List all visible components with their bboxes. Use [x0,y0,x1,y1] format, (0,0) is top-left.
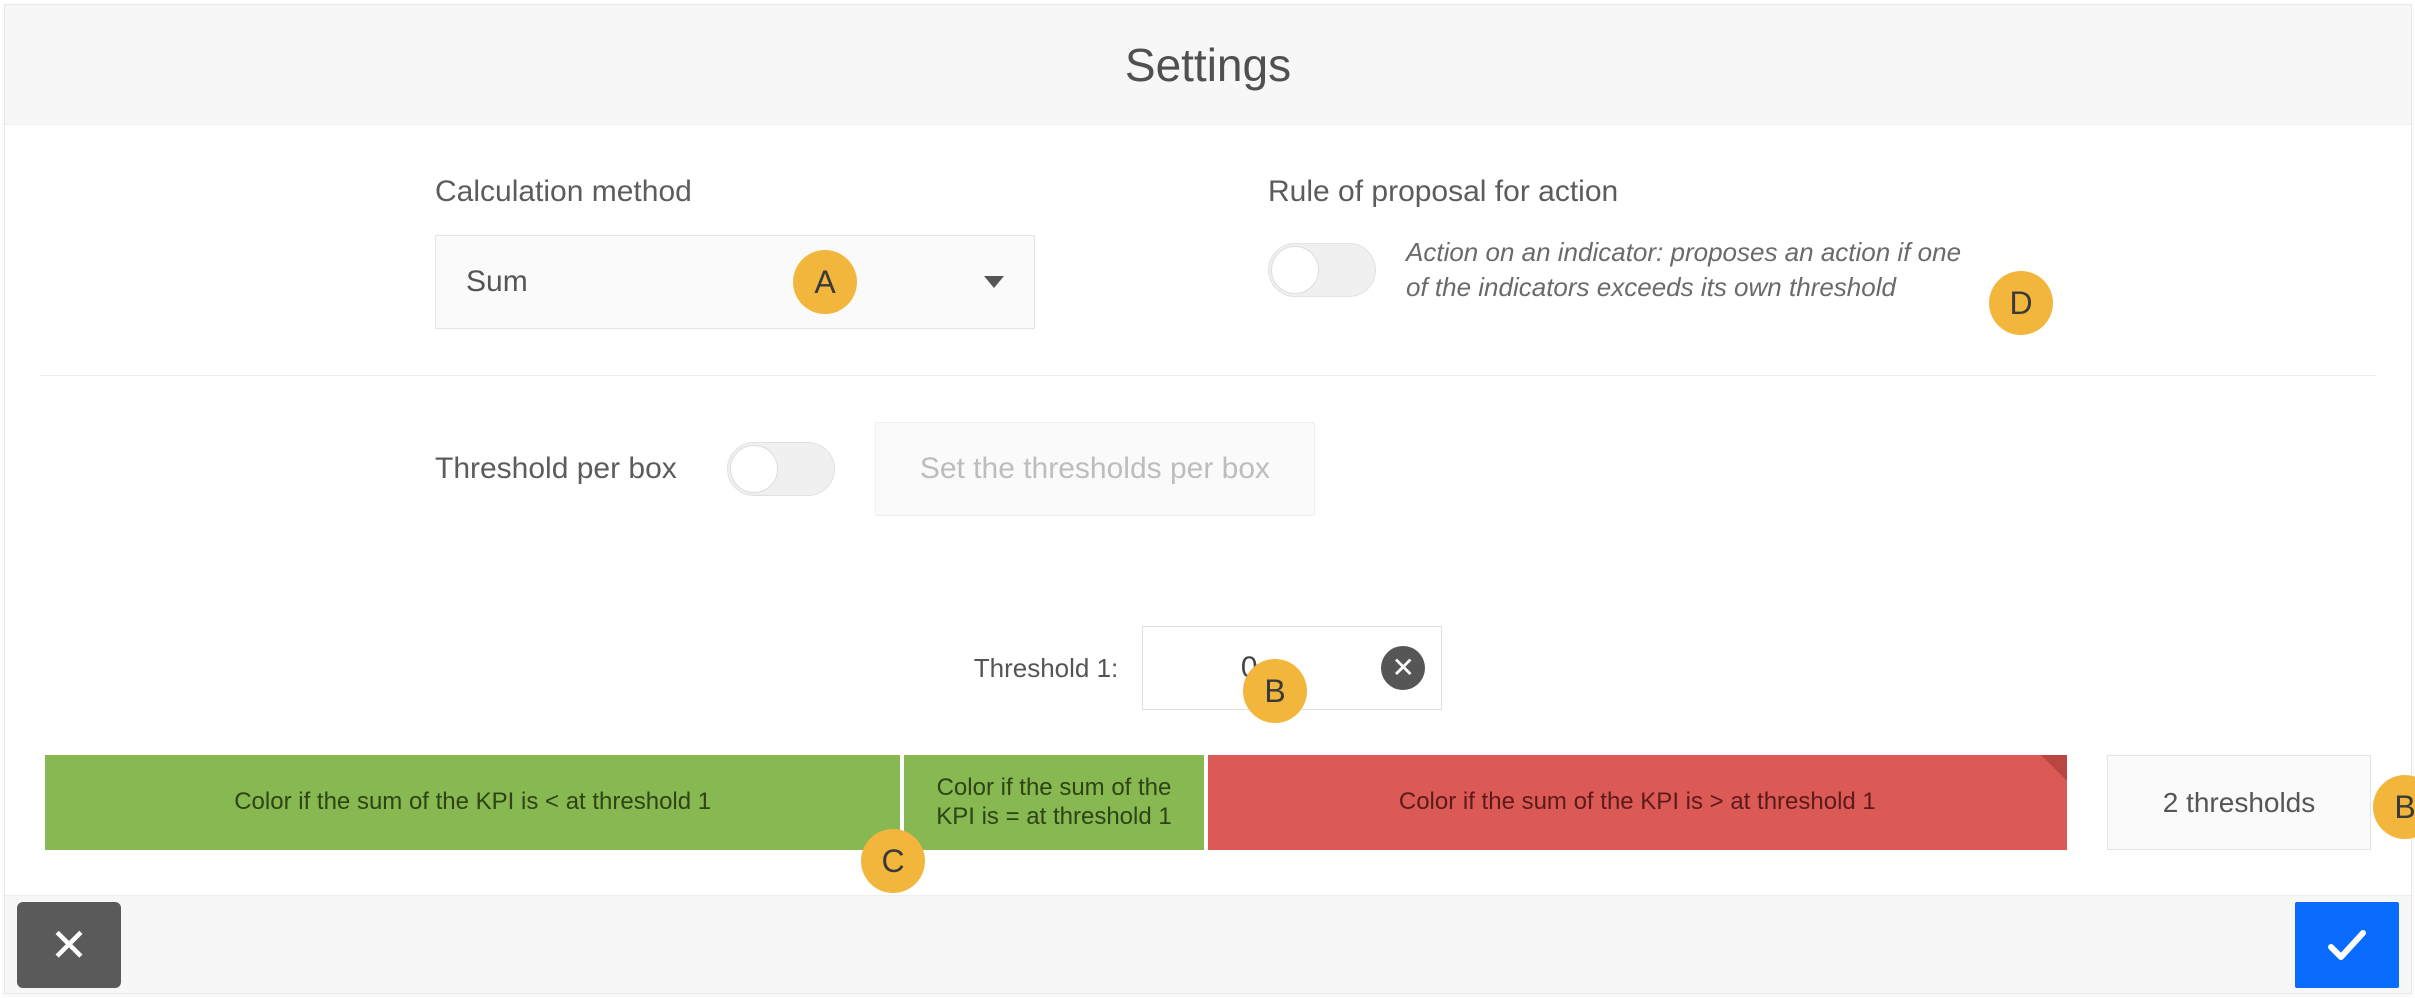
calc-method-value: Sum [466,265,528,299]
band-equal[interactable]: Color if the sum of the KPI is = at thre… [904,755,1207,850]
threshold-1-row: Threshold 1: ✕ [435,626,1981,710]
calc-method-select[interactable]: Sum [435,235,1035,329]
set-thresholds-per-box-button: Set the thresholds per box [875,422,1315,516]
threshold-per-box-row: Threshold per box Set the thresholds per… [435,422,1981,516]
clear-threshold-icon[interactable]: ✕ [1381,646,1425,690]
settings-dialog: Settings Calculation method Sum Rule of … [4,4,2412,994]
toggle-knob [1271,246,1319,294]
threshold-per-box-label: Threshold per box [435,452,677,486]
thresholds-count-button[interactable]: 2 thresholds [2107,755,2371,850]
color-bands: Color if the sum of the KPI is < at thre… [45,755,2067,850]
top-row: Calculation method Sum Rule of proposal … [435,175,1981,329]
dialog-header: Settings [5,5,2411,125]
confirm-button[interactable] [2295,902,2399,988]
section-divider [40,375,2376,376]
rule-label: Rule of proposal for action [1268,175,1981,209]
toggle-knob [730,445,778,493]
dialog-footer: ✕ [5,895,2411,993]
threshold-per-box-toggle[interactable] [727,442,835,496]
threshold-1-label: Threshold 1: [974,653,1119,684]
dialog-title: Settings [1125,38,1291,92]
close-icon: ✕ [50,918,89,972]
rule-toggle-row: Action on an indicator: proposes an acti… [1268,235,1981,305]
rule-description: Action on an indicator: proposes an acti… [1406,235,1981,305]
rule-toggle[interactable] [1268,243,1376,297]
chevron-down-icon [984,276,1004,288]
band-greater-than[interactable]: Color if the sum of the KPI is > at thre… [1208,755,2067,850]
annotation-marker-b-2: B [2373,775,2415,839]
rule-column: Rule of proposal for action Action on an… [1268,175,1981,305]
check-icon [2323,921,2371,969]
cancel-button[interactable]: ✕ [17,902,121,988]
calc-method-column: Calculation method Sum [435,175,1148,329]
threshold-1-input-wrap: ✕ [1142,626,1442,710]
color-bands-row: Color if the sum of the KPI is < at thre… [45,755,2371,850]
dialog-content: Calculation method Sum Rule of proposal … [5,125,2411,710]
band-less-than[interactable]: Color if the sum of the KPI is < at thre… [45,755,904,850]
calc-method-label: Calculation method [435,175,1148,209]
threshold-1-input[interactable] [1159,651,1339,685]
